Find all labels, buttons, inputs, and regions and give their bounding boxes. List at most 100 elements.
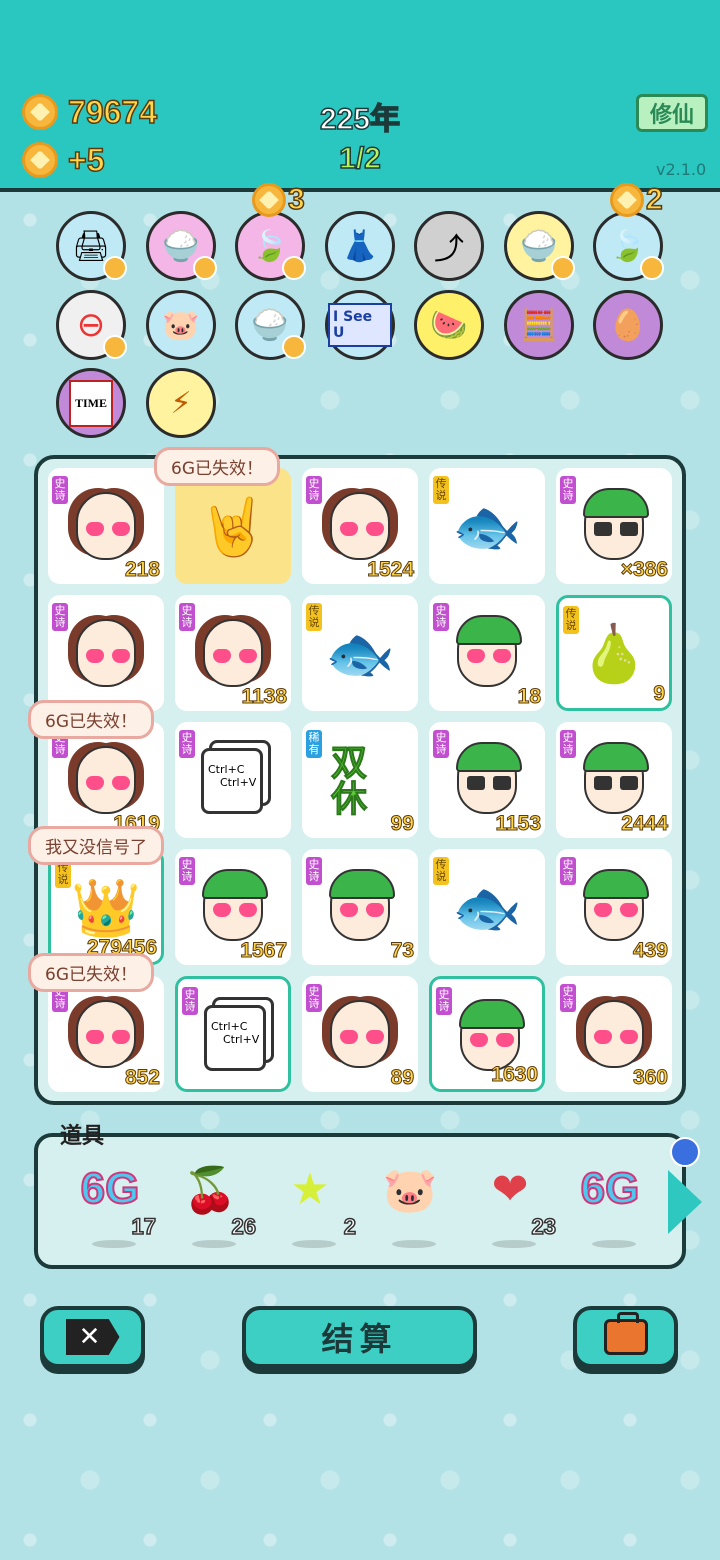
girl-avatar-icon (203, 619, 263, 687)
rarity-tag: 史诗 (306, 476, 322, 504)
shuangxiu-icon: 双休 (331, 743, 368, 821)
xiuxian-button[interactable]: 修仙 (636, 94, 708, 132)
cell-count: 1567 (240, 939, 288, 963)
girl-avatar-icon (330, 492, 390, 560)
prop-bayberry[interactable]: 🍒 26 (170, 1162, 260, 1252)
close-button[interactable]: ✕ (40, 1306, 145, 1368)
rarity-tag: 传说 (563, 606, 579, 634)
prop-6g[interactable]: 6G 17 (70, 1162, 160, 1252)
koi-icon: 🐟 (452, 495, 522, 561)
boy-avatar-icon (456, 615, 522, 687)
board-cell[interactable]: 史诗 (48, 595, 164, 711)
board-cell[interactable]: 史诗 1630 (429, 976, 545, 1092)
board-cell[interactable]: 🍐 传说 9 (556, 595, 672, 711)
boy-avatar-icon (202, 869, 268, 941)
board-cell[interactable]: 史诗 1524 (302, 468, 418, 584)
time-magazine-label: TIME (68, 379, 113, 427)
6g-icon: 6G (580, 1163, 641, 1214)
paste-text: Ctrl+V (223, 1033, 260, 1046)
piggy-bank-icon[interactable]: 🐷 (146, 290, 216, 360)
status-bubble: 6G已失效！ (28, 953, 154, 992)
jump-card-icon[interactable]: ⤴ (414, 211, 484, 281)
rice-bowl-icon[interactable]: 🍚 (504, 211, 575, 281)
boy-avatar-icon (329, 869, 395, 941)
cell-count: 439 (632, 939, 668, 963)
props-title: 道具 (60, 1124, 105, 1149)
board-cell[interactable]: Ctrl+C Ctrl+V 史诗 (175, 722, 291, 838)
cell-count: 18 (517, 685, 541, 709)
girl-avatar-icon (330, 1000, 390, 1068)
copy-text: Ctrl+C (211, 1020, 248, 1033)
lightning-icon[interactable]: ⚡ (146, 368, 216, 438)
minus-icon[interactable]: ⊖ (56, 290, 127, 360)
math-face-icon[interactable]: 🧮 (504, 290, 574, 360)
skill-coin-badge: 3 (252, 182, 305, 217)
board-cell[interactable]: 史诗 439 (556, 849, 672, 965)
board-cell[interactable]: 史诗 2444 (556, 722, 672, 838)
rarity-tag: 史诗 (306, 857, 322, 885)
board-cell[interactable]: 史诗 89 (302, 976, 418, 1092)
cell-count: 852 (124, 1066, 160, 1090)
rarity-tag: 史诗 (560, 857, 576, 885)
cell-count: 360 (632, 1066, 668, 1090)
settle-button[interactable]: 结算 (242, 1306, 477, 1368)
board-cell[interactable]: 史诗1619 (48, 722, 164, 838)
eyepatch-egg-icon[interactable]: 🥚 (593, 290, 663, 360)
board-cell[interactable]: 史诗 1567 (175, 849, 291, 965)
cell-count: 9 (653, 682, 666, 706)
board-cell[interactable]: Ctrl+C Ctrl+V 史诗 (175, 976, 291, 1092)
prop-6g[interactable]: 6G (570, 1162, 660, 1252)
board-cell[interactable]: 史诗 218 (48, 468, 164, 584)
props-next-arrow[interactable] (668, 1170, 702, 1234)
cell-count: 218 (124, 558, 160, 582)
koi-icon: 🐟 (452, 876, 522, 942)
board-cell[interactable]: 双休 稀有 99 (302, 722, 418, 838)
board-cell[interactable]: 🐟 传说 (429, 468, 545, 584)
liver-icon: ❤ (491, 1164, 529, 1215)
boy-avatar-icon (583, 869, 649, 941)
board-cell[interactable]: 史诗 1138 (175, 595, 291, 711)
printer-icon[interactable]: 🖨 (56, 211, 127, 281)
prop-star[interactable]: ★ 2 (270, 1162, 360, 1252)
prop-piggy[interactable]: 🐷 (370, 1162, 460, 1252)
bag-button[interactable] (573, 1306, 678, 1368)
rarity-tag: 史诗 (436, 987, 452, 1015)
board-cell[interactable]: 史诗 73 (302, 849, 418, 965)
rarity-tag: 史诗 (52, 603, 68, 631)
copy-paste-icon: Ctrl+C Ctrl+V (201, 748, 263, 814)
leaf-icon[interactable]: 🍃 (593, 211, 664, 281)
board-cell[interactable]: 史诗 18 (429, 595, 545, 711)
fruit-basket-icon[interactable]: 🍉 (414, 290, 484, 360)
board-cell[interactable]: 🐟 传说 (302, 595, 418, 711)
board-cell[interactable]: 史诗 1153 (429, 722, 545, 838)
prop-liver[interactable]: ❤ 23 (470, 1162, 560, 1252)
i-see-u-icon[interactable]: I See U (325, 290, 395, 360)
board-cell[interactable]: 👑 传说 279456 (48, 849, 164, 965)
pear-icon: 🍐 (579, 622, 649, 688)
board-cell[interactable]: 史诗 ×386 (556, 468, 672, 584)
board-cell[interactable]: 史诗852 (48, 976, 164, 1092)
status-bubble: 6G已失效！ (28, 700, 154, 739)
koi-icon: 🐟 (325, 622, 395, 688)
rock-hand-icon: 🤘 (198, 495, 268, 561)
rarity-tag: 史诗 (179, 603, 195, 631)
coin-icon (22, 94, 58, 130)
girl-avatar-icon (76, 619, 136, 687)
leaf-icon[interactable]: 🍃 (235, 211, 306, 281)
skirt-icon[interactable]: 👗 (325, 211, 395, 281)
copy-paste-icon: Ctrl+C Ctrl+V (204, 1005, 266, 1071)
board-cell[interactable]: 🐟 传说 (429, 849, 545, 965)
cell-count: 1153 (495, 812, 542, 836)
girl-avatar-icon (76, 1000, 136, 1068)
board-cell[interactable]: 史诗 360 (556, 976, 672, 1092)
year-counter: 225年 (319, 102, 401, 137)
star-icon: ★ (290, 1164, 330, 1215)
bayberry-icon: 🍒 (182, 1165, 238, 1216)
coin-icon (22, 142, 58, 178)
rice-bowl-icon[interactable]: 🍚 (146, 211, 217, 281)
cell-count: 1138 (241, 685, 288, 709)
close-icon: ✕ (65, 1319, 120, 1355)
rice-bowl-icon[interactable]: 🍚 (235, 290, 306, 360)
boy-avatar-icon (459, 999, 525, 1071)
time-magazine-icon[interactable]: TIME (56, 368, 126, 438)
